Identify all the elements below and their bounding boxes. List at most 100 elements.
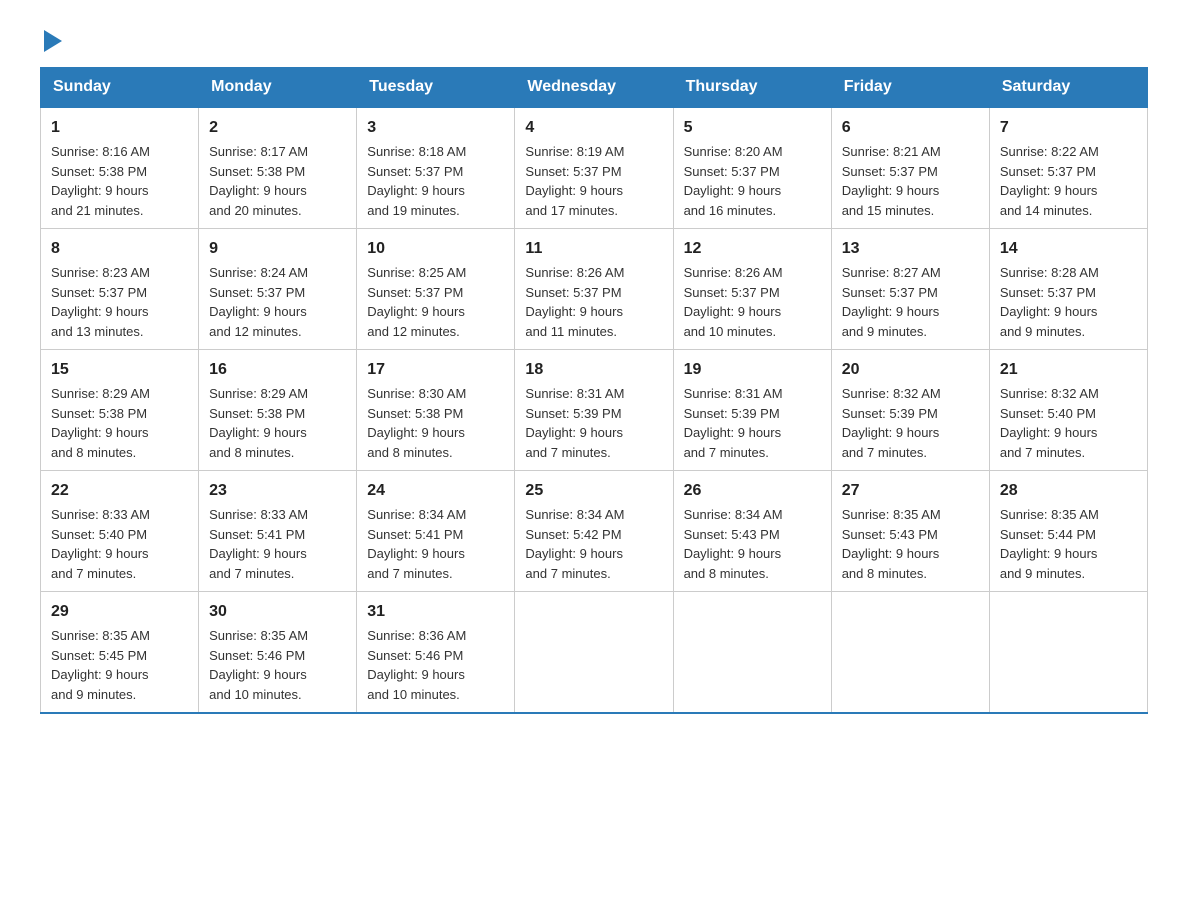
calendar-cell: 1 Sunrise: 8:16 AMSunset: 5:38 PMDaylight…	[41, 107, 199, 229]
calendar-cell: 17 Sunrise: 8:30 AMSunset: 5:38 PMDayligh…	[357, 350, 515, 471]
calendar-cell: 13 Sunrise: 8:27 AMSunset: 5:37 PMDayligh…	[831, 229, 989, 350]
calendar-cell: 7Sunrise: 8:22 AMSunset: 5:37 PMDaylight…	[989, 107, 1147, 229]
calendar-cell: 18 Sunrise: 8:31 AMSunset: 5:39 PMDayligh…	[515, 350, 673, 471]
header-friday: Friday	[831, 68, 989, 108]
day-number: 22	[51, 479, 188, 503]
day-info: Sunrise: 8:24 AMSunset: 5:37 PMDaylight:…	[209, 265, 308, 339]
day-info: Sunrise: 8:19 AMSunset: 5:37 PMDaylight:…	[525, 144, 624, 218]
header-sunday: Sunday	[41, 68, 199, 108]
calendar-cell: 4 Sunrise: 8:19 AMSunset: 5:37 PMDaylight…	[515, 107, 673, 229]
calendar-week-row: 15Sunrise: 8:29 AMSunset: 5:38 PMDayligh…	[41, 350, 1148, 471]
calendar-cell: 29Sunrise: 8:35 AMSunset: 5:45 PMDayligh…	[41, 592, 199, 714]
calendar-cell	[989, 592, 1147, 714]
header-tuesday: Tuesday	[357, 68, 515, 108]
day-info: Sunrise: 8:32 AMSunset: 5:40 PMDaylight:…	[1000, 386, 1099, 460]
day-info: Sunrise: 8:30 AMSunset: 5:38 PMDaylight:…	[367, 386, 466, 460]
day-number: 7	[1000, 116, 1137, 140]
day-info: Sunrise: 8:16 AMSunset: 5:38 PMDaylight:…	[51, 144, 150, 218]
day-number: 12	[684, 237, 821, 261]
day-number: 13	[842, 237, 979, 261]
calendar-week-row: 8Sunrise: 8:23 AMSunset: 5:37 PMDaylight…	[41, 229, 1148, 350]
day-number: 11	[525, 237, 662, 261]
calendar-cell: 19 Sunrise: 8:31 AMSunset: 5:39 PMDayligh…	[673, 350, 831, 471]
day-number: 17	[367, 358, 504, 382]
day-number: 1	[51, 116, 188, 140]
day-info: Sunrise: 8:26 AMSunset: 5:37 PMDaylight:…	[525, 265, 624, 339]
day-number: 3	[367, 116, 504, 140]
day-number: 31	[367, 600, 504, 624]
header-wednesday: Wednesday	[515, 68, 673, 108]
calendar-cell: 15Sunrise: 8:29 AMSunset: 5:38 PMDayligh…	[41, 350, 199, 471]
calendar-cell: 5 Sunrise: 8:20 AMSunset: 5:37 PMDaylight…	[673, 107, 831, 229]
logo	[40, 30, 62, 57]
day-number: 9	[209, 237, 346, 261]
calendar-cell: 14Sunrise: 8:28 AMSunset: 5:37 PMDayligh…	[989, 229, 1147, 350]
logo-triangle-icon	[44, 30, 62, 52]
day-number: 16	[209, 358, 346, 382]
calendar-week-row: 29Sunrise: 8:35 AMSunset: 5:45 PMDayligh…	[41, 592, 1148, 714]
calendar-cell: 9 Sunrise: 8:24 AMSunset: 5:37 PMDaylight…	[199, 229, 357, 350]
day-number: 27	[842, 479, 979, 503]
day-number: 20	[842, 358, 979, 382]
day-info: Sunrise: 8:18 AMSunset: 5:37 PMDaylight:…	[367, 144, 466, 218]
calendar-week-row: 1 Sunrise: 8:16 AMSunset: 5:38 PMDaylight…	[41, 107, 1148, 229]
calendar-cell: 12Sunrise: 8:26 AMSunset: 5:37 PMDayligh…	[673, 229, 831, 350]
day-number: 6	[842, 116, 979, 140]
day-number: 28	[1000, 479, 1137, 503]
day-info: Sunrise: 8:25 AMSunset: 5:37 PMDaylight:…	[367, 265, 466, 339]
calendar-cell	[515, 592, 673, 714]
calendar-cell: 8Sunrise: 8:23 AMSunset: 5:37 PMDaylight…	[41, 229, 199, 350]
day-number: 25	[525, 479, 662, 503]
day-number: 2	[209, 116, 346, 140]
day-number: 24	[367, 479, 504, 503]
day-info: Sunrise: 8:35 AMSunset: 5:46 PMDaylight:…	[209, 628, 308, 702]
calendar-table: SundayMondayTuesdayWednesdayThursdayFrid…	[40, 67, 1148, 714]
day-number: 21	[1000, 358, 1137, 382]
day-number: 23	[209, 479, 346, 503]
day-info: Sunrise: 8:36 AMSunset: 5:46 PMDaylight:…	[367, 628, 466, 702]
day-number: 5	[684, 116, 821, 140]
day-number: 18	[525, 358, 662, 382]
day-info: Sunrise: 8:32 AMSunset: 5:39 PMDaylight:…	[842, 386, 941, 460]
day-number: 19	[684, 358, 821, 382]
day-info: Sunrise: 8:20 AMSunset: 5:37 PMDaylight:…	[684, 144, 783, 218]
day-info: Sunrise: 8:34 AMSunset: 5:42 PMDaylight:…	[525, 507, 624, 581]
day-number: 8	[51, 237, 188, 261]
calendar-cell: 31 Sunrise: 8:36 AMSunset: 5:46 PMDayligh…	[357, 592, 515, 714]
calendar-cell: 22 Sunrise: 8:33 AMSunset: 5:40 PMDayligh…	[41, 471, 199, 592]
day-info: Sunrise: 8:27 AMSunset: 5:37 PMDaylight:…	[842, 265, 941, 339]
day-number: 14	[1000, 237, 1137, 261]
day-info: Sunrise: 8:35 AMSunset: 5:44 PMDaylight:…	[1000, 507, 1099, 581]
day-info: Sunrise: 8:35 AMSunset: 5:45 PMDaylight:…	[51, 628, 150, 702]
header-monday: Monday	[199, 68, 357, 108]
calendar-cell: 26Sunrise: 8:34 AMSunset: 5:43 PMDayligh…	[673, 471, 831, 592]
calendar-cell: 27Sunrise: 8:35 AMSunset: 5:43 PMDayligh…	[831, 471, 989, 592]
day-info: Sunrise: 8:33 AMSunset: 5:41 PMDaylight:…	[209, 507, 308, 581]
day-info: Sunrise: 8:29 AMSunset: 5:38 PMDaylight:…	[209, 386, 308, 460]
calendar-cell	[673, 592, 831, 714]
day-info: Sunrise: 8:34 AMSunset: 5:41 PMDaylight:…	[367, 507, 466, 581]
calendar-cell: 2 Sunrise: 8:17 AMSunset: 5:38 PMDaylight…	[199, 107, 357, 229]
day-info: Sunrise: 8:29 AMSunset: 5:38 PMDaylight:…	[51, 386, 150, 460]
calendar-cell: 11 Sunrise: 8:26 AMSunset: 5:37 PMDayligh…	[515, 229, 673, 350]
calendar-cell: 6Sunrise: 8:21 AMSunset: 5:37 PMDaylight…	[831, 107, 989, 229]
day-number: 10	[367, 237, 504, 261]
calendar-cell: 3 Sunrise: 8:18 AMSunset: 5:37 PMDaylight…	[357, 107, 515, 229]
header-thursday: Thursday	[673, 68, 831, 108]
calendar-header-row: SundayMondayTuesdayWednesdayThursdayFrid…	[41, 68, 1148, 108]
page-header	[40, 30, 1148, 57]
calendar-cell: 30 Sunrise: 8:35 AMSunset: 5:46 PMDayligh…	[199, 592, 357, 714]
calendar-cell: 10 Sunrise: 8:25 AMSunset: 5:37 PMDayligh…	[357, 229, 515, 350]
day-info: Sunrise: 8:33 AMSunset: 5:40 PMDaylight:…	[51, 507, 150, 581]
calendar-cell: 25 Sunrise: 8:34 AMSunset: 5:42 PMDayligh…	[515, 471, 673, 592]
day-info: Sunrise: 8:17 AMSunset: 5:38 PMDaylight:…	[209, 144, 308, 218]
day-info: Sunrise: 8:31 AMSunset: 5:39 PMDaylight:…	[525, 386, 624, 460]
day-number: 30	[209, 600, 346, 624]
calendar-cell: 16 Sunrise: 8:29 AMSunset: 5:38 PMDayligh…	[199, 350, 357, 471]
day-info: Sunrise: 8:34 AMSunset: 5:43 PMDaylight:…	[684, 507, 783, 581]
calendar-cell: 21 Sunrise: 8:32 AMSunset: 5:40 PMDayligh…	[989, 350, 1147, 471]
calendar-week-row: 22 Sunrise: 8:33 AMSunset: 5:40 PMDayligh…	[41, 471, 1148, 592]
calendar-cell: 20 Sunrise: 8:32 AMSunset: 5:39 PMDayligh…	[831, 350, 989, 471]
day-info: Sunrise: 8:31 AMSunset: 5:39 PMDaylight:…	[684, 386, 783, 460]
day-number: 4	[525, 116, 662, 140]
